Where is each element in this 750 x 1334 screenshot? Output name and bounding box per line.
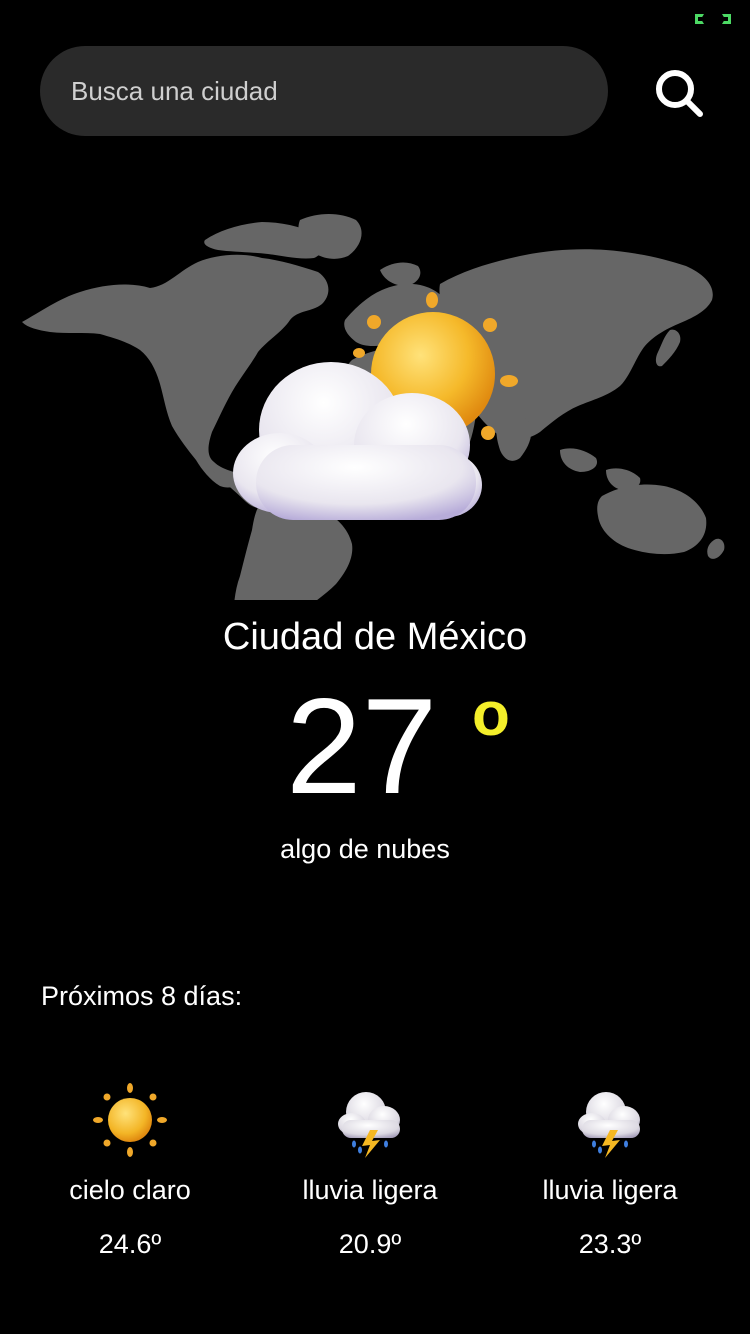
- search-icon: [656, 70, 703, 117]
- thunderstorm-icon: [578, 1092, 640, 1158]
- forecast-list: cielo claro 24.6º lluvia ligera 20.9º ll…: [0, 1080, 750, 1280]
- weather-condition: algo de nubes: [280, 834, 450, 864]
- temperature-display: 27 o: [0, 676, 750, 816]
- search-button[interactable]: [648, 64, 710, 122]
- forecast-description: lluvia ligera: [302, 1175, 438, 1205]
- city-name: Ciudad de México: [222, 616, 528, 658]
- forecast-description: lluvia ligera: [542, 1175, 678, 1205]
- forecast-day: cielo claro 24.6º: [10, 1080, 250, 1280]
- thunderstorm-icon: [338, 1092, 400, 1158]
- sun-icon: [93, 1083, 167, 1157]
- forecast-title: Próximos 8 días:: [41, 981, 243, 1011]
- current-temperature: 27: [286, 670, 438, 822]
- forecast-temperature: 24.6º: [98, 1229, 162, 1259]
- status-indicator-icon: [695, 14, 731, 24]
- forecast-description: cielo claro: [69, 1175, 191, 1205]
- search-input[interactable]: [71, 75, 571, 107]
- forecast-day: lluvia ligera 20.9º: [250, 1080, 490, 1280]
- forecast-temperature: 23.3º: [578, 1229, 642, 1259]
- partly-cloudy-icon: [233, 292, 518, 520]
- degree-symbol: o: [472, 680, 510, 749]
- search-bar[interactable]: [40, 46, 608, 136]
- forecast-day: lluvia ligera 23.3º: [490, 1080, 730, 1280]
- app-screen: Ciudad de México 27 o algo de nubes Próx…: [0, 0, 750, 1334]
- forecast-temperature: 20.9º: [338, 1229, 402, 1259]
